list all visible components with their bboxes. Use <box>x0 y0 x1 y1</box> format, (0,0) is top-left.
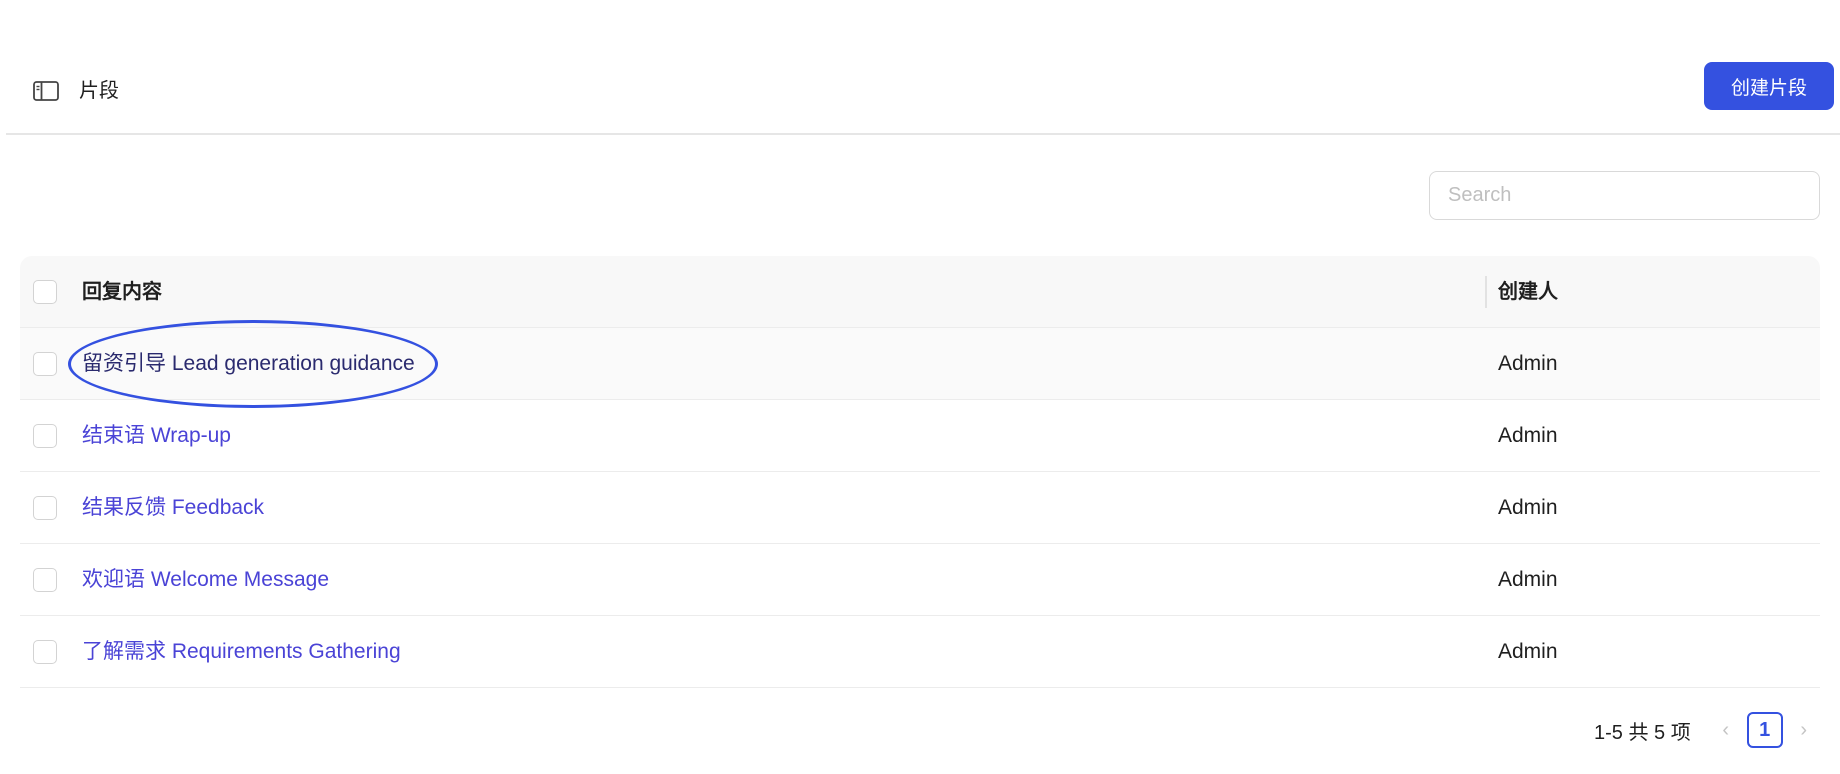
table-row[interactable]: 留资引导 Lead generation guidance Admin <box>20 320 1820 408</box>
sidebar-panel-icon <box>33 81 59 101</box>
row-checkbox[interactable] <box>33 640 57 664</box>
table-header: 回复内容 创建人 <box>20 256 1820 328</box>
row-checkbox[interactable] <box>33 496 57 520</box>
table-row[interactable]: 结束语 Wrap-up Admin <box>20 400 1820 472</box>
chevron-right-icon[interactable]: › <box>1791 719 1817 742</box>
page-number-button[interactable]: 1 <box>1746 712 1783 748</box>
pagination-total: 1-5 共 5 项 <box>1594 721 1691 744</box>
creator-cell: Admin <box>1498 640 1558 663</box>
snippets-table: 回复内容 创建人 留资引导 Lead generation guidance A… <box>20 256 1820 688</box>
table-row[interactable]: 了解需求 Requirements Gathering Admin <box>20 616 1820 688</box>
pagination: 1-5 共 5 项 ‹ 1 › <box>1594 710 1817 750</box>
table-row[interactable]: 结果反馈 Feedback Admin <box>20 472 1820 544</box>
column-divider <box>1485 276 1487 308</box>
column-header-content: 回复内容 <box>82 281 162 303</box>
creator-cell: Admin <box>1498 568 1558 591</box>
creator-cell: Admin <box>1498 496 1558 519</box>
snippet-link[interactable]: 结果反馈 Feedback <box>82 472 264 544</box>
select-all-checkbox[interactable] <box>33 280 57 304</box>
page-header: 片段 创建片段 <box>6 40 1840 135</box>
sidebar-toggle-button[interactable] <box>28 76 64 106</box>
snippet-link[interactable]: 留资引导 Lead generation guidance <box>82 328 415 400</box>
creator-cell: Admin <box>1498 424 1558 447</box>
page-title: 片段 <box>79 80 119 102</box>
search-input[interactable] <box>1429 171 1820 220</box>
row-checkbox[interactable] <box>33 568 57 592</box>
snippet-link[interactable]: 欢迎语 Welcome Message <box>82 544 329 616</box>
table-row[interactable]: 欢迎语 Welcome Message Admin <box>20 544 1820 616</box>
snippet-link[interactable]: 结束语 Wrap-up <box>82 400 231 472</box>
row-checkbox[interactable] <box>33 352 57 376</box>
create-snippet-button[interactable]: 创建片段 <box>1704 62 1834 110</box>
snippet-link[interactable]: 了解需求 Requirements Gathering <box>82 616 401 688</box>
creator-cell: Admin <box>1498 352 1558 375</box>
chevron-left-icon[interactable]: ‹ <box>1713 719 1739 742</box>
row-checkbox[interactable] <box>33 424 57 448</box>
column-header-creator: 创建人 <box>1498 281 1558 303</box>
